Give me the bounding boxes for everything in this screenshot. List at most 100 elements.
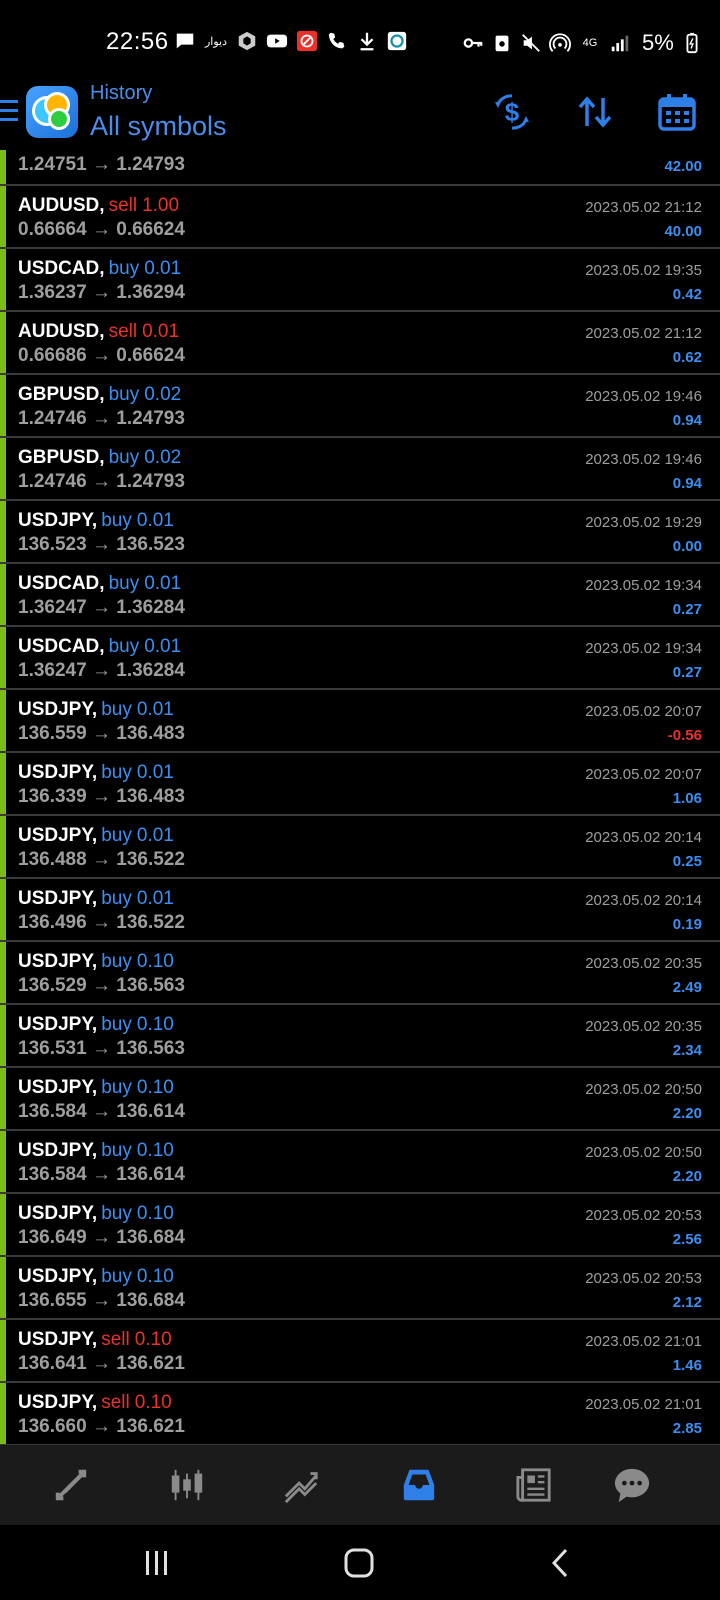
arrow-right-icon: → [86,1353,117,1374]
trade-symbol: USDCAD, [18,636,105,657]
trade-row[interactable]: USDJPY, buy 0.10 2023.05.02 20:50 136.584 → … [0,1131,720,1194]
trade-history-list[interactable]: 1.24751 → 1.24793 42.00 AUDUSD, sell 1.00 202… [0,150,720,1445]
chat-bubble-icon [614,1468,650,1503]
arrow-right-icon: → [86,471,117,492]
close-price: 136.523 [116,534,185,555]
trade-row[interactable]: USDJPY, buy 0.01 2023.05.02 19:29 136.523 → … [0,501,720,564]
trade-row[interactable]: AUDUSD, sell 1.00 2023.05.02 21:12 0.66664 →… [0,186,720,249]
trade-row[interactable]: USDJPY, buy 0.10 2023.05.02 20:53 136.649 → … [0,1194,720,1257]
trade-row[interactable]: AUDUSD, sell 0.01 2023.05.02 21:12 0.66686 →… [0,312,720,375]
row-marker [0,186,6,247]
trade-symbol: USDJPY, [18,1203,98,1224]
open-price: 136.339 [18,786,87,807]
trade-profit: 2.56 [672,1231,702,1248]
currency-exchange-button[interactable]: $ [490,90,534,134]
trade-prices: 136.488 → 136.522 [18,849,185,871]
trade-row[interactable]: USDJPY, buy 0.10 2023.05.02 20:35 136.529 → … [0,942,720,1005]
trade-prices: 1.24746 → 1.24793 [18,471,185,493]
trade-row[interactable]: GBPUSD, buy 0.02 2023.05.02 19:46 1.24746 → … [0,375,720,438]
trade-title: USDJPY, buy 0.01 [18,888,174,910]
tab-messages[interactable] [610,1465,654,1505]
trade-side: sell [108,321,138,342]
arrow-right-icon: → [86,1227,117,1248]
row-marker [0,1005,6,1066]
tab-news[interactable] [512,1465,556,1505]
trade-time: 2023.05.02 19:35 [585,262,702,279]
trade-row[interactable]: USDJPY, buy 0.01 2023.05.02 20:07 136.339 → … [0,753,720,816]
symbol-filter[interactable]: All symbols [90,111,227,142]
sort-button[interactable] [573,90,617,134]
open-price: 136.523 [18,534,87,555]
trade-profit: 1.06 [672,790,702,807]
vpn-key-icon [462,32,484,54]
home-icon [344,1548,374,1578]
trade-row[interactable]: USDJPY, buy 0.10 2023.05.02 20:53 136.655 → … [0,1257,720,1320]
trade-profit: 0.19 [672,916,702,933]
trade-profit: 0.94 [672,475,702,492]
youtube-icon [266,30,288,52]
trade-row[interactable]: USDJPY, buy 0.01 2023.05.02 20:14 136.496 → … [0,879,720,942]
home-button[interactable] [339,1545,379,1581]
trade-side: buy [108,384,140,405]
page-title: History [90,82,153,104]
row-marker [0,1320,6,1381]
trade-symbol: USDJPY, [18,510,98,531]
trade-time: 2023.05.02 20:14 [585,892,702,909]
close-price: 136.614 [116,1164,185,1185]
trade-prices: 136.559 → 136.483 [18,723,185,745]
open-price: 1.36247 [18,660,87,681]
trade-time: 2023.05.02 19:29 [585,514,702,531]
trade-row[interactable]: USDJPY, buy 0.01 2023.05.02 20:07 136.559 → … [0,690,720,753]
row-marker [0,1131,6,1192]
trade-row[interactable]: USDCAD, buy 0.01 2023.05.02 19:34 1.36247 → … [0,564,720,627]
trade-symbol: GBPUSD, [18,384,105,405]
trade-row[interactable]: USDCAD, buy 0.01 2023.05.02 19:35 1.36237 → … [0,249,720,312]
row-marker [0,150,6,184]
arrow-right-icon: → [86,1416,117,1437]
close-price: 136.483 [116,723,185,744]
trade-row[interactable]: 1.24751 → 1.24793 42.00 [0,150,720,186]
tab-history[interactable] [397,1465,441,1505]
trade-volume: 0.01 [136,510,174,531]
trade-row[interactable]: GBPUSD, buy 0.02 2023.05.02 19:46 1.24746 → … [0,438,720,501]
recents-button[interactable] [137,1545,177,1581]
trade-prices: 1.24751 → 1.24793 [18,154,185,176]
trade-volume: 0.01 [142,321,180,342]
trade-profit: 1.46 [672,1357,702,1374]
back-button[interactable] [541,1545,581,1581]
trade-prices: 136.655 → 136.684 [18,1290,185,1312]
candlestick-icon [171,1469,203,1501]
close-price: 136.684 [116,1227,185,1248]
trade-profit: 0.94 [672,412,702,429]
trade-prices: 1.24746 → 1.24793 [18,408,185,430]
trade-volume: 0.10 [136,1266,174,1287]
trade-time: 2023.05.02 20:53 [585,1270,702,1287]
arrow-right-icon: → [86,282,117,303]
menu-icon[interactable] [0,100,18,122]
calendar-button[interactable] [655,90,699,134]
trade-side: buy [101,1203,132,1224]
trade-volume: 0.10 [134,1392,172,1413]
trade-profit: 0.62 [672,349,702,366]
system-icons: 4G 5% [462,30,703,56]
arrow-right-icon: → [86,154,117,175]
trade-row[interactable]: USDJPY, buy 0.10 2023.05.02 20:35 136.531 → … [0,1005,720,1068]
system-nav-bar [0,1525,720,1600]
open-price: 136.649 [18,1227,87,1248]
trade-time: 2023.05.02 20:50 [585,1144,702,1161]
trade-side: buy [101,1140,132,1161]
trade-row[interactable]: USDJPY, sell 0.10 2023.05.02 21:01 136.660 →… [0,1383,720,1445]
row-marker [0,753,6,814]
trade-row[interactable]: USDJPY, buy 0.10 2023.05.02 20:50 136.584 → … [0,1068,720,1131]
trade-volume: 0.10 [136,1203,174,1224]
tab-trade[interactable] [279,1465,323,1505]
trade-row[interactable]: USDJPY, sell 0.10 2023.05.02 21:01 136.641 →… [0,1320,720,1383]
close-price: 1.24793 [116,471,185,492]
trade-row[interactable]: USDCAD, buy 0.01 2023.05.02 19:34 1.36247 → … [0,627,720,690]
trade-title: USDJPY, buy 0.10 [18,1140,174,1162]
trade-profit: 2.85 [672,1420,702,1437]
tab-chart[interactable] [165,1465,209,1505]
row-marker [0,627,6,688]
tab-quotes[interactable] [49,1465,93,1505]
trade-row[interactable]: USDJPY, buy 0.01 2023.05.02 20:14 136.488 → … [0,816,720,879]
